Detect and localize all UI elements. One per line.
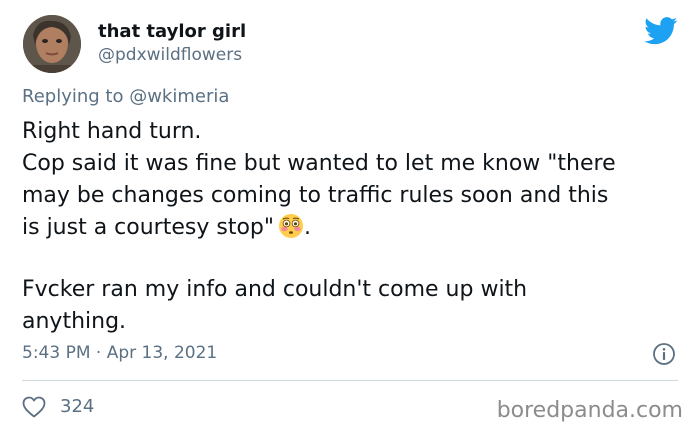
tweet-line: is just a courtesy stop" [22, 215, 274, 240]
replying-prefix: Replying to [22, 86, 130, 107]
info-icon[interactable] [652, 342, 676, 366]
twitter-bird-icon [644, 17, 678, 45]
tweet-line: Right hand turn. [22, 119, 202, 144]
tweet-line: Fvcker ran my info and couldn't come up … [22, 277, 528, 302]
flushed-face-icon [278, 213, 304, 239]
tweet-line: may be changes coming to traffic rules s… [22, 183, 609, 208]
tweet-line: anything. [22, 309, 127, 334]
reply-mention-link[interactable]: @wkimeria [129, 86, 229, 107]
display-name[interactable]: that taylor girl [98, 21, 246, 42]
avatar[interactable] [23, 15, 81, 73]
like-count: 324 [60, 396, 95, 417]
tweet-line-with-emoji: is just a courtesy stop" . [22, 212, 682, 244]
user-handle[interactable]: @pdxwildflowers [98, 45, 242, 65]
tweet-timestamp[interactable]: 5:43 PM · Apr 13, 2021 [22, 343, 217, 363]
tweet-line-suffix: . [304, 215, 311, 240]
divider [22, 380, 678, 381]
tweet-card: that taylor girl @pdxwildflowers Replyin… [0, 0, 700, 434]
heart-icon[interactable] [22, 396, 46, 418]
watermark: boredpanda.com [496, 398, 683, 423]
tweet-line: Cop said it was fine but wanted to let m… [22, 151, 616, 176]
replying-to: Replying to @wkimeria [22, 86, 229, 107]
tweet-text: Right hand turn. Cop said it was fine bu… [22, 116, 682, 338]
